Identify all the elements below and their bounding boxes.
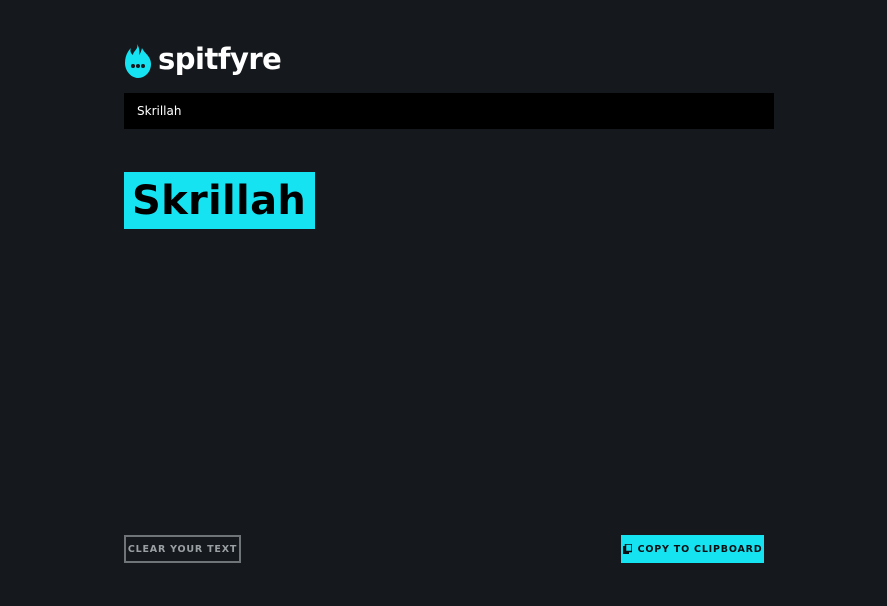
flame-chat-icon	[125, 44, 151, 78]
output-text: Skrillah	[132, 177, 307, 224]
brand-name: spitfyre	[158, 41, 282, 76]
copy-button-label: COPY TO CLIPBOARD	[637, 543, 763, 555]
styled-output: Skrillah	[124, 172, 316, 229]
text-input[interactable]	[124, 93, 774, 129]
brand-logo[interactable]: spitfyre	[124, 41, 282, 80]
copy-to-clipboard-button[interactable]: COPY TO CLIPBOARD	[621, 535, 764, 563]
clear-text-button[interactable]: CLEAR YOUR TEXT	[124, 535, 241, 563]
clipboard-icon	[622, 544, 632, 554]
app-page: spitfyre Skrillah CLEAR YOUR TEXT COPY T…	[0, 0, 887, 606]
